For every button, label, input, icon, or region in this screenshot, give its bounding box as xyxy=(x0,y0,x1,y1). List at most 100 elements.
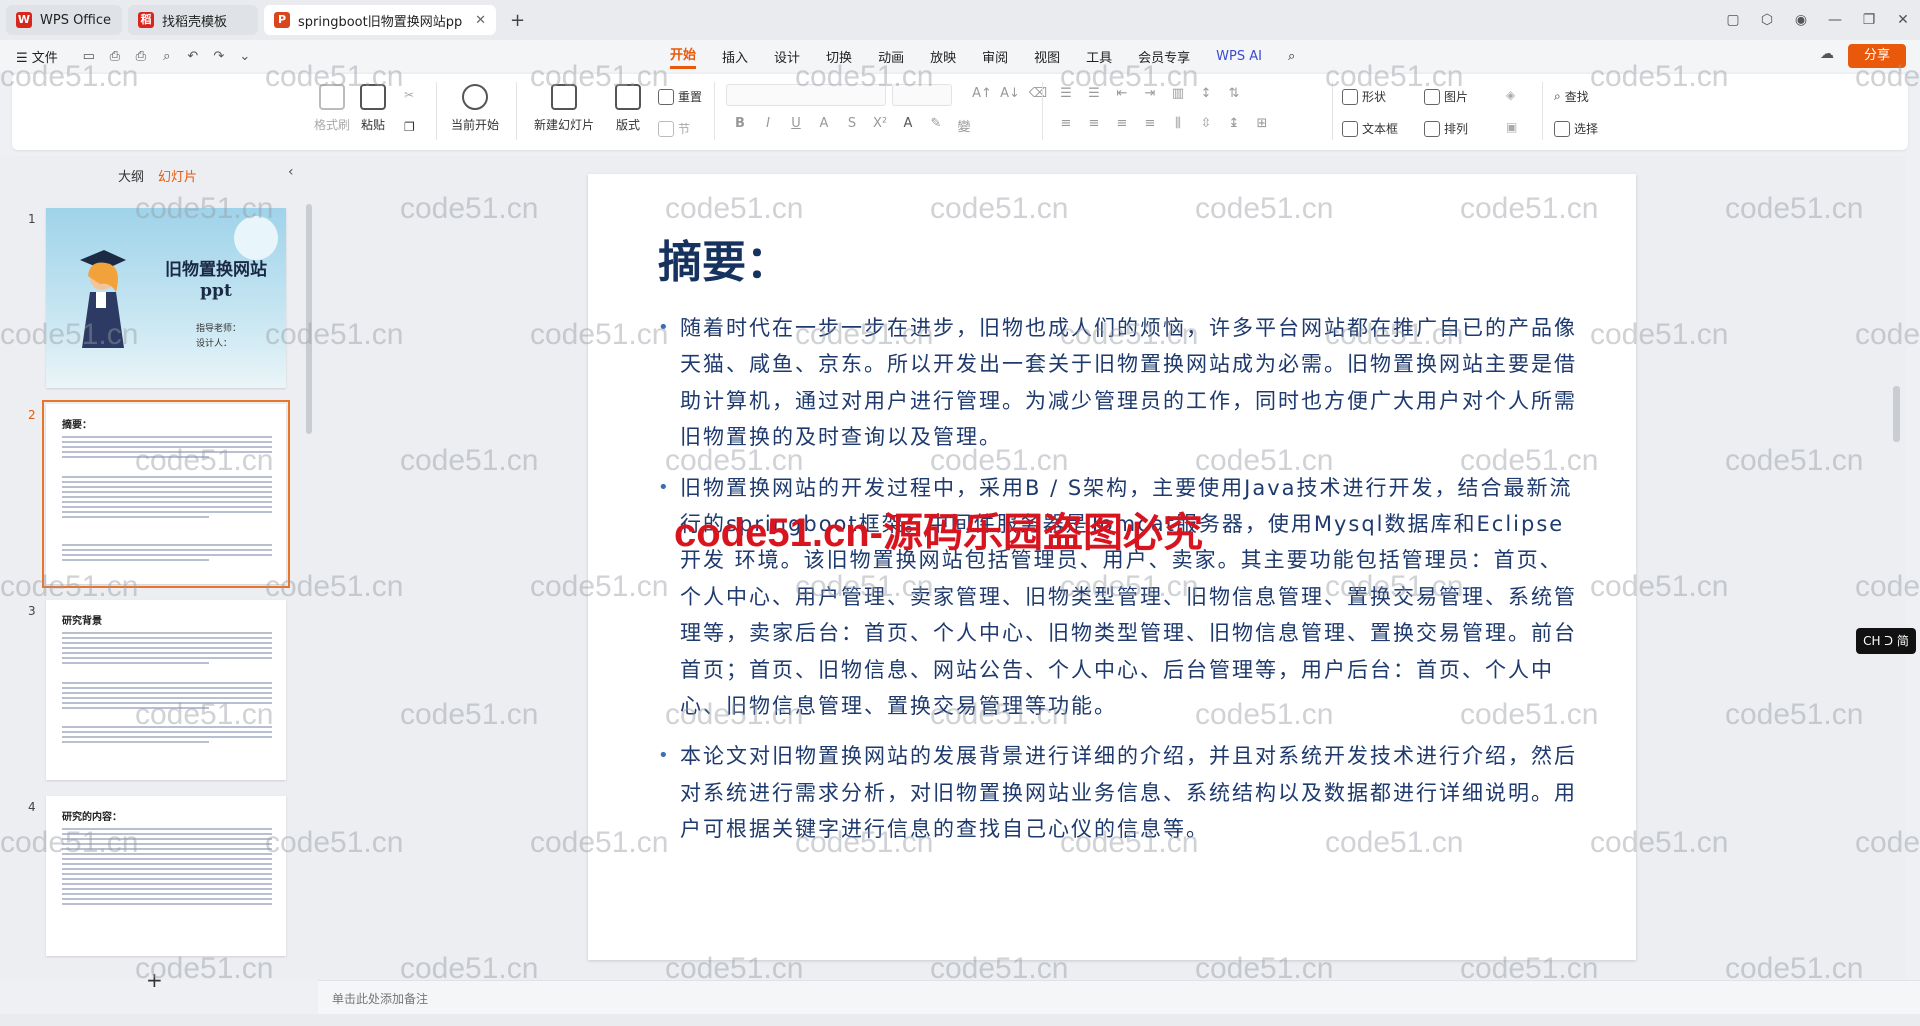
align-center-icon[interactable]: ≡ xyxy=(1080,116,1108,131)
tab-wps-ai[interactable]: WPS AI xyxy=(1216,49,1262,64)
tab-document[interactable]: P springboot旧物置换网站pp ✕ xyxy=(264,5,496,35)
select-button[interactable]: 选择 xyxy=(1554,120,1598,137)
grow-font-icon[interactable]: A↑ xyxy=(968,86,996,101)
slide-title[interactable]: 摘要： xyxy=(658,226,790,290)
font-size-select[interactable] xyxy=(892,84,952,106)
section-button[interactable]: 节 xyxy=(658,120,690,137)
designer-label: 设计人： xyxy=(196,339,233,349)
tab-slides[interactable]: 幻灯片 xyxy=(158,166,197,185)
thumb-text-lines xyxy=(62,544,272,564)
textbox-button[interactable]: 文本框 xyxy=(1342,120,1398,137)
font-family-select[interactable] xyxy=(726,84,886,106)
collapse-pane-icon[interactable]: ‹ xyxy=(288,164,294,180)
file-menu[interactable]: ☰ 文件 xyxy=(16,47,58,66)
tab-transition[interactable]: 切换 xyxy=(826,47,852,66)
shrink-font-icon[interactable]: A↓ xyxy=(996,86,1024,101)
chevron-down-icon[interactable]: ⌄ xyxy=(232,49,258,64)
paste-button[interactable]: 粘贴 xyxy=(360,84,386,133)
share-button[interactable]: 分享 xyxy=(1848,44,1906,68)
vertical-align-icon[interactable]: ⇳ xyxy=(1192,116,1220,131)
add-slide-button[interactable]: + xyxy=(146,968,163,992)
preview-icon[interactable]: ⌕ xyxy=(154,49,180,64)
tab-home[interactable]: 开始 xyxy=(670,44,697,69)
slide-editor[interactable]: 摘要： 随着时代在一步一步在进步，旧物也成人们的烦恼，许多平台网站都在推广自已的… xyxy=(588,174,1636,960)
minimize-icon[interactable]: — xyxy=(1818,12,1852,28)
numbered-list-icon[interactable]: ☰ xyxy=(1080,86,1108,101)
find-button[interactable]: ⌕ 查找 xyxy=(1554,88,1589,105)
cloud-sync-icon[interactable]: ☁ xyxy=(1820,46,1834,62)
redo-icon[interactable]: ↷ xyxy=(206,49,232,64)
highlight-icon[interactable]: ✎ xyxy=(922,116,950,135)
strikethrough-icon[interactable]: A xyxy=(810,116,838,135)
slide-body[interactable]: 随着时代在一步一步在进步，旧物也成人们的烦恼，许多平台网站都在推广自已的产品像天… xyxy=(658,310,1578,862)
canvas-scrollbar[interactable] xyxy=(1893,386,1900,442)
tab-slideshow[interactable]: 放映 xyxy=(930,47,956,66)
justify-icon[interactable]: ≡ xyxy=(1136,116,1164,131)
font-color-icon[interactable]: A xyxy=(894,116,922,135)
smartart-icon[interactable]: ⊞ xyxy=(1248,116,1276,131)
new-slide-button[interactable]: 新建幻灯片 xyxy=(528,84,600,133)
slide-thumbnail-2[interactable]: 摘要： xyxy=(42,400,290,588)
line-spacing-icon[interactable]: ↕ xyxy=(1192,86,1220,101)
tab-outline[interactable]: 大纲 xyxy=(118,166,144,185)
tab-wps-office[interactable]: W WPS Office xyxy=(6,5,122,35)
ime-indicator[interactable]: CH ᑐ 简 xyxy=(1856,628,1916,654)
distribute-icon[interactable]: ⫼ xyxy=(1164,116,1192,131)
tab-member[interactable]: 会员专享 xyxy=(1138,47,1190,66)
close-tab-icon[interactable]: ✕ xyxy=(475,13,486,28)
outline-icon[interactable]: ▣ xyxy=(1506,120,1517,134)
restore-layout-icon[interactable]: ▢ xyxy=(1716,12,1750,28)
tab-insert[interactable]: 插入 xyxy=(722,47,748,66)
indent-icon[interactable]: ⇥ xyxy=(1136,86,1164,101)
tab-animation[interactable]: 动画 xyxy=(878,47,904,66)
slide-thumbnail-4[interactable]: 研究的内容： xyxy=(46,796,286,956)
columns-icon[interactable]: ▥ xyxy=(1164,86,1192,101)
bullet-item[interactable]: 随着时代在一步一步在进步，旧物也成人们的烦恼，许多平台网站都在推广自已的产品像天… xyxy=(658,310,1578,456)
print-icon[interactable]: ⎙ xyxy=(128,49,154,64)
italic-icon[interactable]: I xyxy=(754,116,782,135)
underline-icon[interactable]: U xyxy=(782,116,810,135)
thumb-text-lines xyxy=(62,682,272,712)
slide-thumbnail-1[interactable]: 旧物置换网站 ppt 指导老师： 设计人： xyxy=(46,208,286,388)
copy-icon[interactable]: ❐ xyxy=(404,120,415,134)
tab-view[interactable]: 视图 xyxy=(1034,47,1060,66)
new-tab-button[interactable]: + xyxy=(510,10,525,31)
thumbnail-scrollbar[interactable] xyxy=(306,204,312,434)
search-icon[interactable]: ⌕ xyxy=(1288,49,1295,64)
align-left-icon[interactable]: ≡ xyxy=(1052,116,1080,131)
layout-button[interactable]: 版式 xyxy=(608,84,648,133)
tab-design[interactable]: 设计 xyxy=(774,47,800,66)
export-icon[interactable]: ⎙ xyxy=(102,49,128,64)
format-painter-button[interactable]: 格式刷 xyxy=(314,84,350,133)
fill-icon[interactable]: ◈ xyxy=(1506,88,1515,102)
bold-icon[interactable]: B xyxy=(726,116,754,135)
outdent-icon[interactable]: ⇤ xyxy=(1108,86,1136,101)
bullet-item[interactable]: 本论文对旧物置换网站的发展背景进行详细的介绍，并且对系统开发技术进行介绍，然后对… xyxy=(658,738,1578,847)
notes-pane[interactable]: 单击此处添加备注 xyxy=(318,980,1920,1014)
undo-icon[interactable]: ↶ xyxy=(180,49,206,64)
box-icon[interactable]: ⬡ xyxy=(1750,12,1784,28)
bullet-list-icon[interactable]: ☰ xyxy=(1052,86,1080,101)
maximize-icon[interactable]: ❐ xyxy=(1852,12,1886,28)
paragraph-spacing-icon[interactable]: ↨ xyxy=(1220,116,1248,131)
cut-icon[interactable]: ✂ xyxy=(404,88,414,102)
tab-template[interactable]: 稻 找稻壳模板 xyxy=(128,5,258,35)
play-from-current-button[interactable]: 当前开始 xyxy=(444,84,506,133)
reset-button[interactable]: 重置 xyxy=(658,88,702,105)
clear-format-icon[interactable]: ⌫ xyxy=(1024,86,1052,101)
shadow-icon[interactable]: S xyxy=(838,116,866,135)
tab-tools[interactable]: 工具 xyxy=(1086,47,1112,66)
close-icon[interactable]: ✕ xyxy=(1886,12,1920,28)
superscript-icon[interactable]: X² xyxy=(866,116,894,135)
avatar[interactable]: ◉ xyxy=(1784,12,1818,28)
text-direction-icon[interactable]: ⇅ xyxy=(1220,86,1248,101)
char-spacing-icon[interactable]: 變 xyxy=(950,116,978,135)
slide-number: 1 xyxy=(28,212,36,226)
slide-thumbnail-3[interactable]: 研究背景 xyxy=(46,600,286,780)
picture-button[interactable]: 图片 xyxy=(1424,88,1468,105)
shape-button[interactable]: 形状 xyxy=(1342,88,1386,105)
tab-review[interactable]: 审阅 xyxy=(982,47,1008,66)
save-icon[interactable]: ▭ xyxy=(76,49,102,64)
arrange-button[interactable]: 排列 xyxy=(1424,120,1468,137)
align-right-icon[interactable]: ≡ xyxy=(1108,116,1136,131)
